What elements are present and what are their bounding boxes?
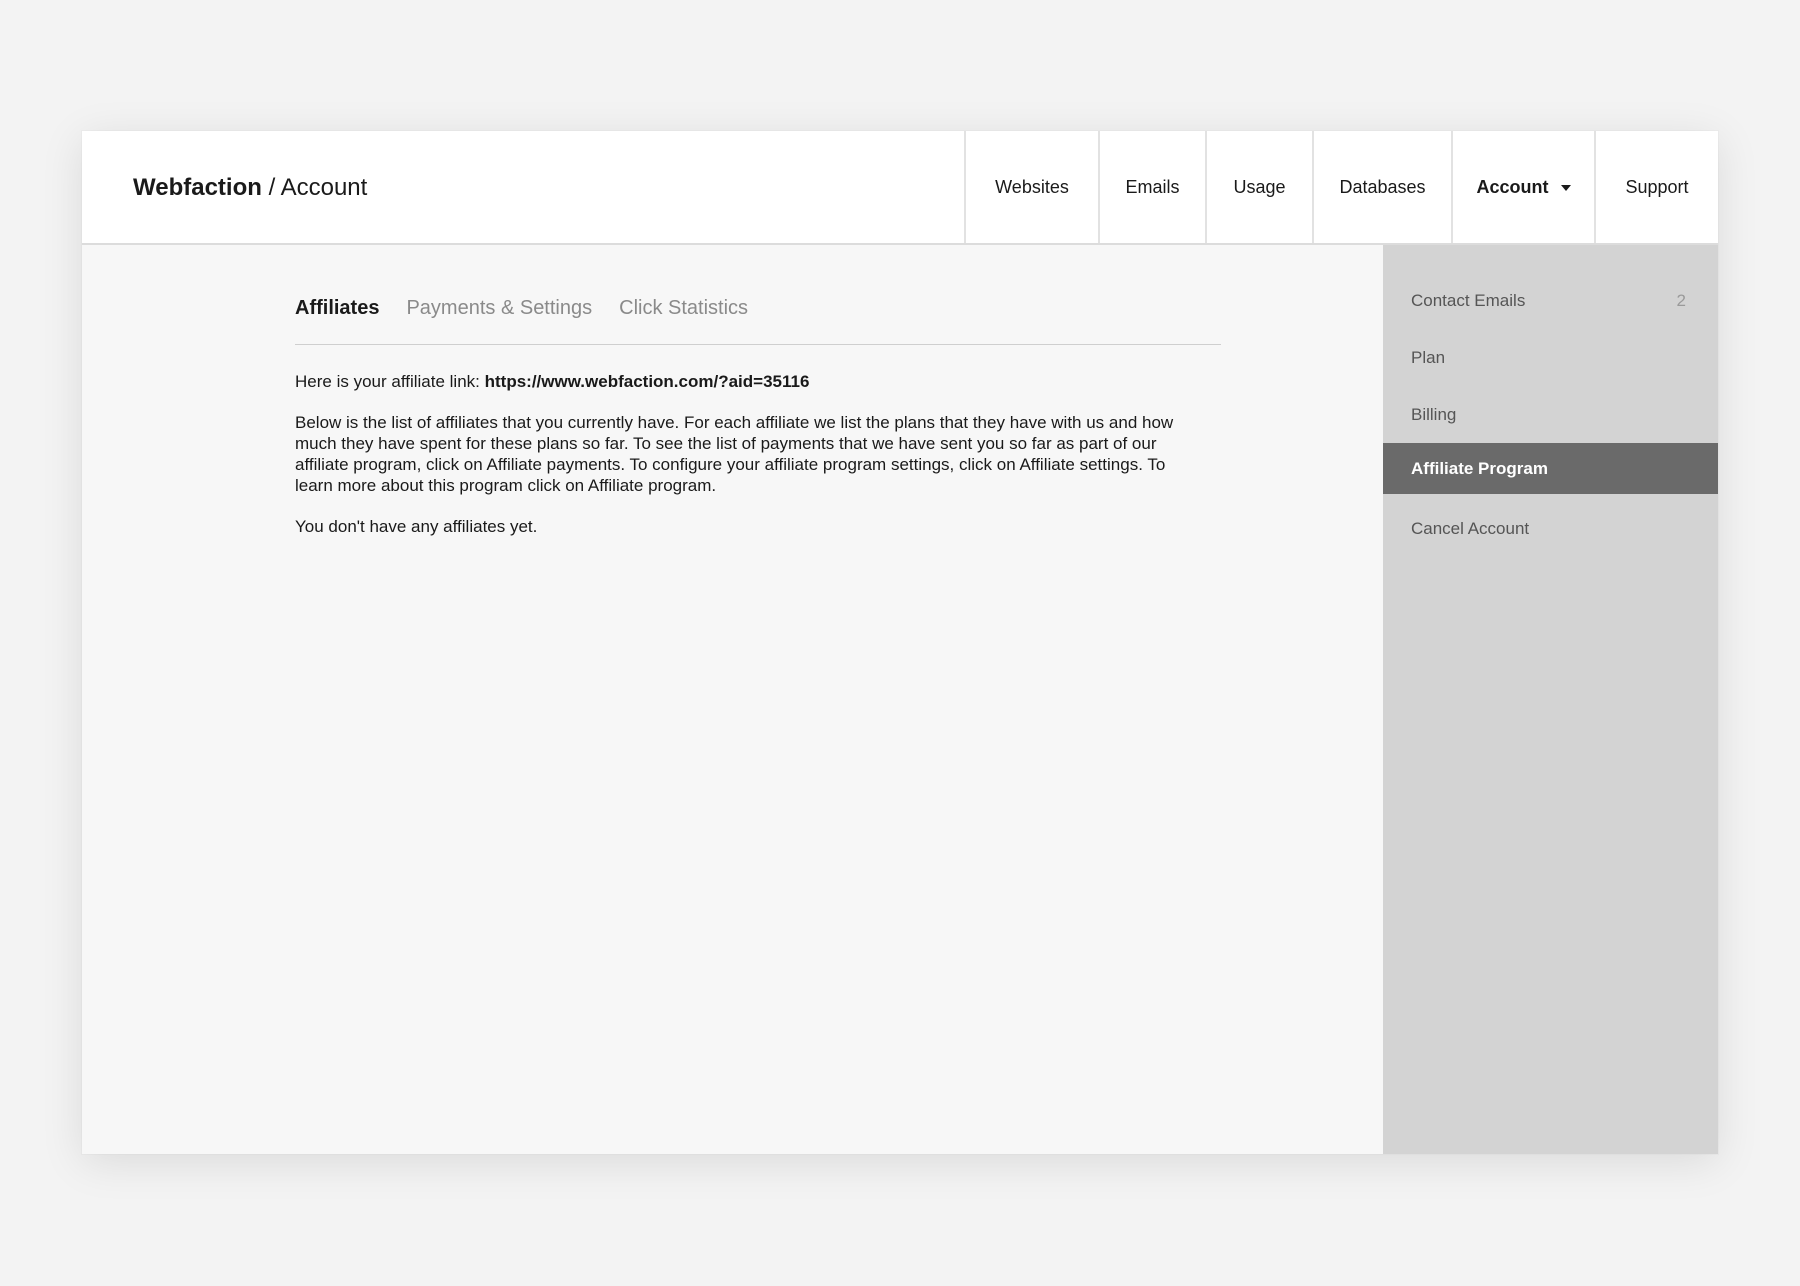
- affiliate-tabs: Affiliates Payments & Settings Click Sta…: [295, 295, 1221, 345]
- affiliate-content: Here is your affiliate link: https://www…: [295, 371, 1195, 557]
- nav-item-usage[interactable]: Usage: [1205, 131, 1312, 243]
- sidebar-item-label: Contact Emails: [1411, 290, 1526, 310]
- nav-item-label: Databases: [1339, 176, 1426, 197]
- nav-item-label: Usage: [1233, 176, 1286, 197]
- sidebar-item-label: Plan: [1411, 347, 1446, 367]
- sidebar-item-label: Billing: [1411, 404, 1457, 424]
- nav-item-label: Account: [1476, 176, 1549, 197]
- main-nav: Websites Emails Usage Databases Account …: [964, 131, 1718, 243]
- count-badge: 2: [1676, 290, 1686, 310]
- affiliate-description: Below is the list of affiliates that you…: [295, 413, 1174, 495]
- sidebar-item-label: Affiliate Program: [1411, 458, 1548, 478]
- sidebar-item-billing[interactable]: Billing: [1383, 386, 1718, 443]
- sidebar-item-cancel-account[interactable]: Cancel Account: [1383, 500, 1718, 557]
- nav-item-websites[interactable]: Websites: [964, 131, 1098, 243]
- app-window: Webfaction / Account Websites Emails Usa…: [82, 131, 1718, 1154]
- account-sidebar: Contact Emails 2 Plan Billing Affiliate …: [1383, 245, 1718, 1154]
- sidebar-item-affiliate-program[interactable]: Affiliate Program: [1383, 443, 1718, 494]
- brand-name[interactable]: Webfaction: [133, 174, 262, 201]
- breadcrumb-section: Account: [280, 174, 368, 201]
- nav-item-databases[interactable]: Databases: [1312, 131, 1451, 243]
- sidebar-item-plan[interactable]: Plan: [1383, 329, 1718, 386]
- nav-item-label: Support: [1625, 176, 1689, 197]
- nav-item-emails[interactable]: Emails: [1098, 131, 1205, 243]
- affiliate-link-label: Here is your affiliate link:: [295, 372, 485, 391]
- tab-click-statistics[interactable]: Click Statistics: [619, 295, 748, 321]
- nav-item-label: Emails: [1125, 176, 1180, 197]
- caret-down-icon: [1560, 185, 1571, 191]
- sidebar-item-label: Cancel Account: [1411, 518, 1530, 538]
- brand-breadcrumb: Webfaction / Account: [133, 173, 367, 203]
- tab-payments-settings[interactable]: Payments & Settings: [406, 295, 592, 321]
- affiliate-link[interactable]: https://www.webfaction.com/?aid=35116: [485, 372, 810, 391]
- tab-affiliates[interactable]: Affiliates: [295, 295, 379, 321]
- top-bar: Webfaction / Account Websites Emails Usa…: [82, 131, 1718, 245]
- affiliate-link-line: Here is your affiliate link: https://www…: [295, 371, 1195, 392]
- sidebar-item-contact-emails[interactable]: Contact Emails 2: [1383, 272, 1718, 329]
- nav-item-support[interactable]: Support: [1594, 131, 1718, 243]
- nav-item-label: Websites: [995, 176, 1069, 197]
- empty-affiliates-message: You don't have any affiliates yet.: [295, 517, 538, 536]
- nav-item-account[interactable]: Account: [1451, 131, 1594, 243]
- breadcrumb-separator: /: [261, 174, 281, 201]
- main-content: Affiliates Payments & Settings Click Sta…: [82, 245, 1383, 1154]
